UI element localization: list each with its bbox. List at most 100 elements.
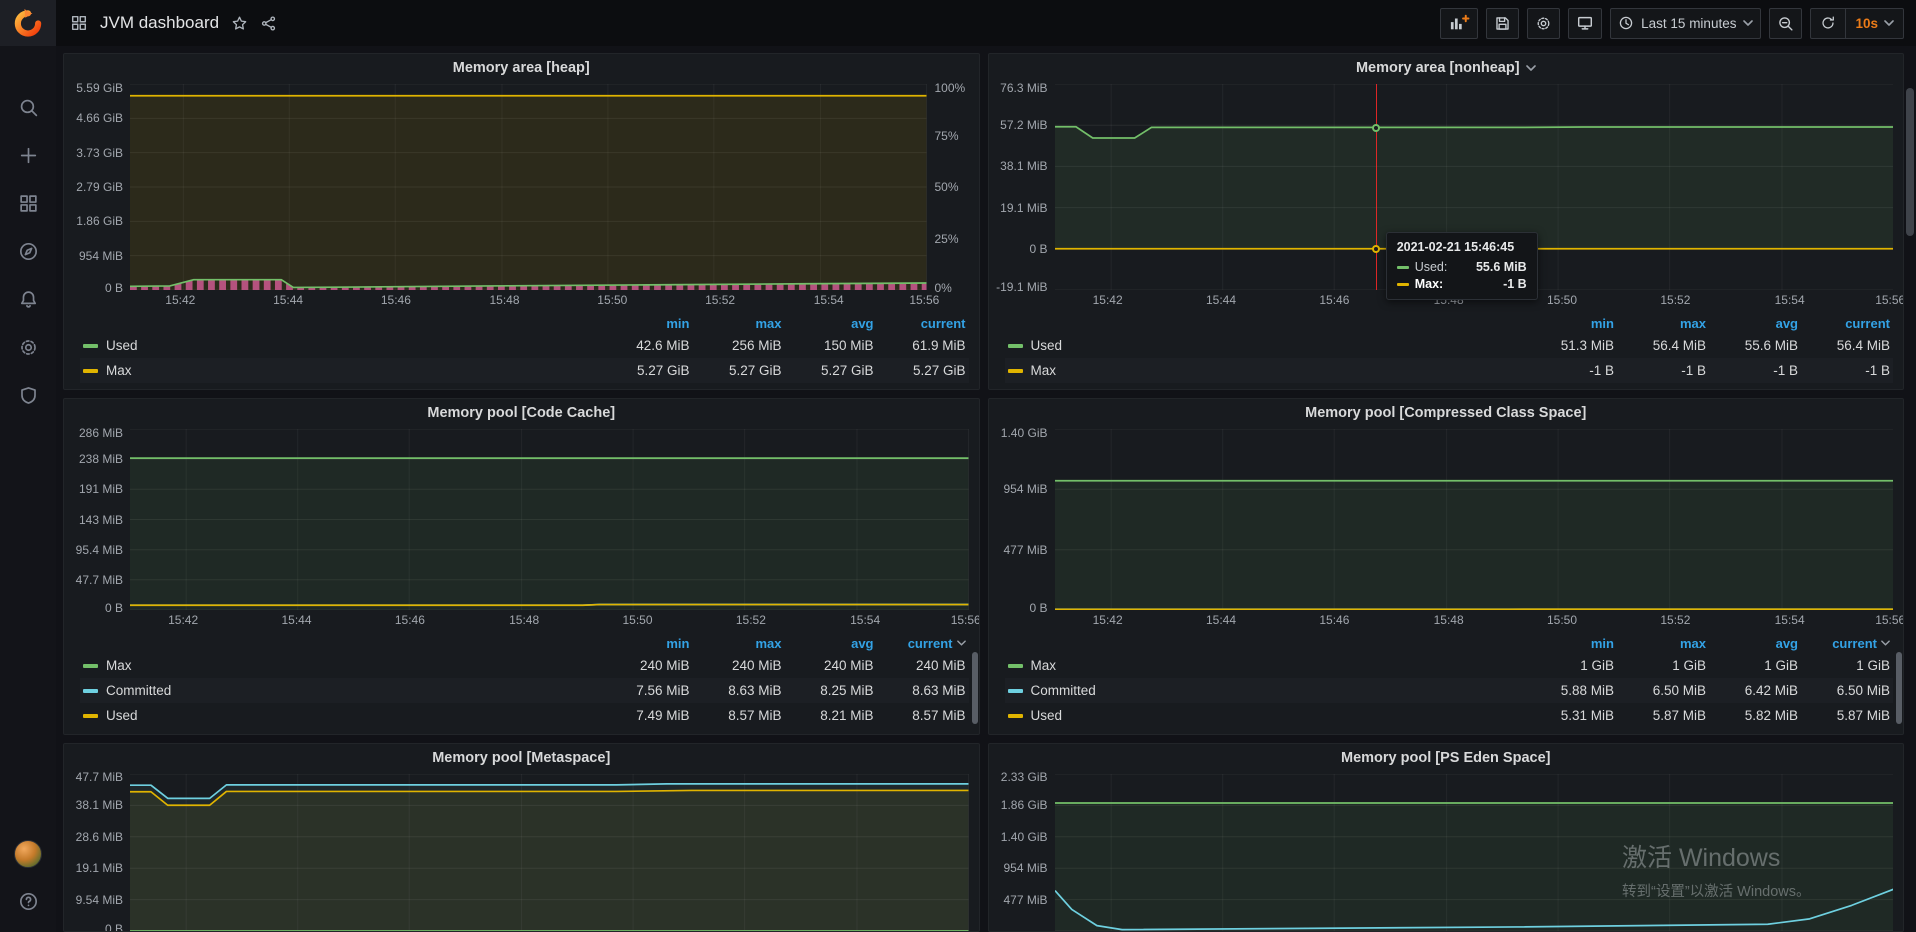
chart-row: 2.33 GiB1.86 GiB 1.40 GiB954 MiB 477 MiB	[989, 772, 1904, 931]
panel-header[interactable]: Memory pool [Metaspace]	[64, 744, 979, 772]
panel-title: Memory pool [Code Cache]	[427, 405, 615, 421]
configuration-icon[interactable]	[11, 330, 45, 364]
legend-col-avg[interactable]: avg	[782, 316, 874, 331]
zoom-out-button[interactable]	[1769, 8, 1802, 39]
chart-svg	[1055, 429, 1894, 610]
legend-col-current[interactable]: current	[1798, 316, 1890, 331]
legend-col-current[interactable]: current	[874, 316, 966, 331]
legend-series-used[interactable]: Used	[83, 338, 138, 353]
legend-row: Used 7.49 MiB 8.57 MiB 8.21 MiB 8.57 MiB	[80, 703, 969, 728]
refresh-button[interactable]	[1811, 9, 1845, 38]
star-icon[interactable]	[231, 15, 248, 32]
legend-col-max[interactable]: max	[690, 636, 782, 651]
panel-title: Memory pool [PS Eden Space]	[1341, 750, 1551, 766]
plot-area[interactable]: 2021-02-21 15:46:45 Used: 55.6 MiB Max: …	[1055, 84, 1894, 290]
dashboard-squares-icon[interactable]	[70, 14, 88, 32]
y-axis: 76.3 MiB57.2 MiB 38.1 MiB19.1 MiB 0 B-19…	[993, 84, 1055, 290]
plot-area[interactable]	[1055, 774, 1894, 931]
dashboards-icon[interactable]	[11, 186, 45, 220]
plus-icon[interactable]	[11, 138, 45, 172]
tooltip-timestamp: 2021-02-21 15:46:45	[1397, 240, 1527, 254]
legend-series-committed[interactable]: Committed	[1008, 683, 1096, 698]
legend-series-max[interactable]: Max	[1008, 363, 1057, 378]
time-range-picker[interactable]: Last 15 minutes	[1610, 8, 1761, 39]
y-axis: 1.40 GiB954 MiB 477 MiB0 B	[993, 429, 1055, 610]
legend-header: min max avg current	[1005, 633, 1894, 653]
legend-series-used[interactable]: Used	[1008, 708, 1063, 723]
legend-series-used[interactable]: Used	[1008, 338, 1063, 353]
legend-series-max[interactable]: Max	[83, 363, 132, 378]
legend-col-min[interactable]: min	[598, 636, 690, 651]
search-icon[interactable]	[11, 90, 45, 124]
plot-area[interactable]	[130, 429, 969, 610]
legend-series-max[interactable]: Max	[1008, 658, 1057, 673]
legend-col-avg[interactable]: avg	[1706, 636, 1798, 651]
panel-header[interactable]: Memory pool [PS Eden Space]	[989, 744, 1904, 772]
series-swatch	[83, 689, 98, 693]
legend-series-max[interactable]: Max	[83, 658, 132, 673]
server-admin-icon[interactable]	[11, 378, 45, 412]
panel-header[interactable]: Memory pool [Code Cache]	[64, 399, 979, 427]
share-icon[interactable]	[260, 15, 277, 32]
refresh-interval-label: 10s	[1855, 16, 1878, 31]
refresh-icon	[1820, 15, 1836, 31]
time-range-label: Last 15 minutes	[1641, 16, 1736, 31]
series-swatch	[83, 664, 98, 668]
series-swatch	[83, 714, 98, 718]
legend-series-committed[interactable]: Committed	[83, 683, 171, 698]
legend-col-max[interactable]: max	[690, 316, 782, 331]
legend-col-max[interactable]: max	[1614, 636, 1706, 651]
x-axis: 15:4215:44 15:4615:48 15:5015:52 15:5415…	[64, 290, 979, 312]
series-swatch	[83, 369, 98, 373]
series-swatch	[1397, 266, 1409, 269]
alerting-icon[interactable]	[11, 282, 45, 316]
chevron-down-icon	[1743, 20, 1753, 26]
plot-area[interactable]	[130, 774, 969, 931]
plot-area[interactable]	[130, 84, 927, 290]
save-dashboard-button[interactable]	[1486, 8, 1519, 39]
legend-col-current[interactable]: current	[1798, 636, 1890, 651]
plot-area[interactable]	[1055, 429, 1894, 610]
sidebar	[0, 0, 56, 932]
explore-icon[interactable]	[11, 234, 45, 268]
series-swatch	[1008, 369, 1023, 373]
page-title[interactable]: JVM dashboard	[100, 13, 219, 33]
legend: min max avg current Used 42.6 MiB 256 Mi…	[64, 312, 979, 389]
legend-col-current[interactable]: current	[874, 636, 966, 651]
legend-header: min max avg current	[80, 313, 969, 333]
legend-scrollbar[interactable]	[972, 652, 978, 724]
cycle-view-mode-button[interactable]	[1568, 8, 1602, 39]
chart-row: 1.40 GiB954 MiB 477 MiB0 B	[989, 427, 1904, 610]
legend-col-avg[interactable]: avg	[1706, 316, 1798, 331]
crosshair-line	[1376, 84, 1377, 290]
grafana-logo[interactable]	[0, 0, 56, 46]
legend-header: min max avg current	[1005, 313, 1894, 333]
panel-header[interactable]: Memory area [nonheap]	[989, 54, 1904, 82]
panel-header[interactable]: Memory pool [Compressed Class Space]	[989, 399, 1904, 427]
legend-col-max[interactable]: max	[1614, 316, 1706, 331]
add-panel-button[interactable]	[1440, 8, 1478, 39]
legend-col-min[interactable]: min	[598, 316, 690, 331]
legend-row: Max -1 B -1 B -1 B -1 B	[1005, 358, 1894, 383]
legend-row: Committed 5.88 MiB 6.50 MiB 6.42 MiB 6.5…	[1005, 678, 1894, 703]
avatar[interactable]	[14, 840, 42, 868]
legend-col-min[interactable]: min	[1522, 636, 1614, 651]
page-scrollbar[interactable]	[1906, 88, 1914, 236]
refresh-interval-picker[interactable]: 10s	[1845, 9, 1903, 38]
legend-scrollbar[interactable]	[1896, 652, 1902, 724]
legend-header: min max avg current	[80, 633, 969, 653]
dashboard-settings-button[interactable]	[1527, 8, 1560, 39]
dashboard-grid: Memory area [heap] 5.59 GiB4.66 GiB 3.73…	[56, 46, 1916, 932]
legend-col-min[interactable]: min	[1522, 316, 1614, 331]
series-swatch	[1008, 689, 1023, 693]
y-axis: 2.33 GiB1.86 GiB 1.40 GiB954 MiB 477 MiB	[993, 774, 1055, 931]
legend-col-avg[interactable]: avg	[782, 636, 874, 651]
series-swatch	[1008, 714, 1023, 718]
legend-series-used[interactable]: Used	[83, 708, 138, 723]
grafana-logo-icon	[13, 8, 43, 38]
topbar-left: JVM dashboard	[70, 13, 277, 33]
help-icon[interactable]	[11, 884, 45, 918]
legend-row: Used 5.31 MiB 5.87 MiB 5.82 MiB 5.87 MiB	[1005, 703, 1894, 728]
panel-header[interactable]: Memory area [heap]	[64, 54, 979, 82]
save-icon	[1494, 15, 1511, 32]
